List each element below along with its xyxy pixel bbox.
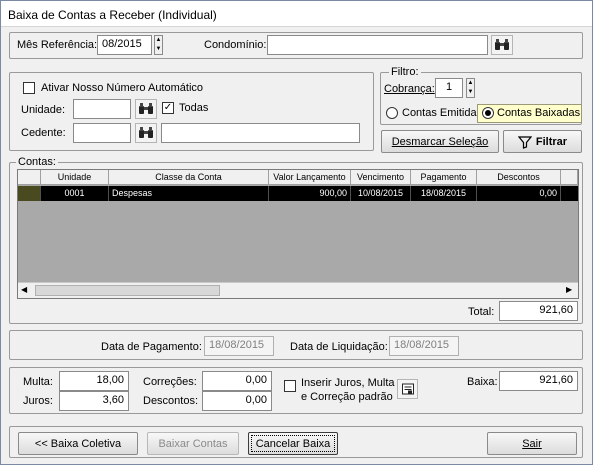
- correcoes-label: Correções:: [143, 376, 197, 388]
- scroll-right-icon[interactable]: ▶: [566, 285, 572, 294]
- column-header-unidade[interactable]: Unidade: [41, 170, 109, 185]
- data-pagamento-input[interactable]: 18/08/2015: [204, 336, 274, 356]
- title-bar: Baixa de Contas a Receber (Individual): [1, 1, 592, 27]
- condominio-label: Condomínio:: [204, 39, 267, 51]
- column-header-pagamento[interactable]: Pagamento: [411, 170, 477, 185]
- contas-emitidas-label: Contas Emitidas: [402, 107, 483, 119]
- desmarcar-selecao-button[interactable]: Desmarcar Seleção: [381, 130, 499, 153]
- contas-emitidas-radio[interactable]: [386, 107, 398, 119]
- multa-input[interactable]: 18,00: [59, 371, 129, 391]
- cancelar-baixa-label: Cancelar Baixa: [255, 437, 331, 450]
- total-value: 921,60: [499, 301, 578, 321]
- unidade-search-button[interactable]: [135, 99, 157, 119]
- column-header-vencimento[interactable]: Vencimento: [351, 170, 411, 185]
- configurar-padrao-button[interactable]: [397, 379, 418, 399]
- scroll-thumb[interactable]: [35, 285, 220, 296]
- settings-form-icon: [401, 383, 414, 395]
- inserir-padrao-checkbox[interactable]: [284, 380, 296, 392]
- filtrar-label: Filtrar: [535, 135, 568, 148]
- cedente-search-button[interactable]: [135, 123, 157, 143]
- cobranca-input[interactable]: 1: [435, 78, 463, 98]
- baixar-contas-button[interactable]: Baixar Contas: [147, 432, 239, 455]
- descontos-label: Descontos:: [143, 395, 199, 407]
- data-pagamento-label: Data de Pagamento:: [101, 341, 202, 353]
- inserir-label-line1: Inserir Juros, Multa: [301, 377, 395, 389]
- cell-unidade: 0001: [41, 186, 109, 201]
- row-indicator: [18, 186, 41, 201]
- cell-pagamento: 18/08/2015: [411, 186, 477, 201]
- todas-checkbox[interactable]: ✓: [162, 102, 174, 114]
- window-title: Baixa de Contas a Receber (Individual): [8, 8, 217, 22]
- filtro-title: Filtro:: [389, 66, 421, 78]
- cell-valor: 900,00: [269, 186, 351, 201]
- baixar-contas-label: Baixar Contas: [158, 437, 228, 450]
- scroll-left-icon[interactable]: ◀: [21, 285, 27, 294]
- spin-down-icon[interactable]: ▼: [155, 45, 162, 54]
- baixa-label: Baixa:: [467, 376, 498, 388]
- todas-label: Todas: [179, 102, 209, 114]
- data-liquidacao-input[interactable]: 18/08/2015: [389, 336, 459, 356]
- contas-baixadas-radio[interactable]: [482, 107, 494, 119]
- ativar-checkbox[interactable]: [23, 82, 35, 94]
- contas-grid[interactable]: Unidade Classe da Conta Valor Lançamento…: [17, 169, 579, 299]
- binoculars-icon: [495, 39, 509, 50]
- funnel-icon: [517, 135, 532, 149]
- cell-vencimento: 10/08/2015: [351, 186, 411, 201]
- cell-descontos: 0,00: [477, 186, 561, 201]
- sair-label: Sair: [522, 437, 542, 450]
- total-label: Total:: [468, 306, 495, 318]
- mes-referencia-input[interactable]: 08/2015: [97, 35, 152, 55]
- correcoes-input[interactable]: 0,00: [202, 371, 272, 391]
- mes-label: Mês Referência:: [17, 39, 98, 51]
- sair-button[interactable]: Sair: [487, 432, 577, 455]
- condominio-search-button[interactable]: [491, 35, 513, 55]
- cell-classe: Despesas: [109, 186, 269, 201]
- mes-spinner[interactable]: ▲ ▼: [154, 35, 163, 55]
- column-header-classe[interactable]: Classe da Conta: [109, 170, 269, 185]
- binoculars-icon: [139, 127, 153, 138]
- data-liquidacao-label: Data de Liquidação:: [290, 341, 388, 353]
- column-header-valor[interactable]: Valor Lançamento: [269, 170, 351, 185]
- ativar-label: Ativar Nosso Número Automático: [41, 82, 204, 94]
- filtrar-button[interactable]: Filtrar: [503, 130, 582, 153]
- multa-label: Multa:: [23, 376, 53, 388]
- contas-baixadas-label: Contas Baixadas: [497, 107, 581, 119]
- dialog-window: Baixa de Contas a Receber (Individual) M…: [0, 0, 593, 465]
- cedente-label: Cedente:: [21, 127, 66, 139]
- descontos-input[interactable]: 0,00: [202, 391, 272, 411]
- column-header-descontos[interactable]: Descontos: [477, 170, 561, 185]
- spin-down-icon[interactable]: ▼: [467, 88, 474, 97]
- horizontal-scrollbar[interactable]: ◀ ▶: [18, 282, 578, 298]
- grid-header-indicator: [18, 170, 41, 185]
- column-header-extra: [561, 170, 578, 185]
- contas-title: Contas:: [16, 156, 58, 168]
- spin-up-icon[interactable]: ▲: [467, 79, 474, 88]
- table-row[interactable]: 0001 Despesas 900,00 10/08/2015 18/08/20…: [18, 186, 578, 201]
- baixa-coletiva-label: << Baixa Coletiva: [34, 437, 122, 450]
- cedente-code-input[interactable]: [73, 123, 131, 143]
- unidade-input[interactable]: [73, 99, 131, 119]
- condominio-input[interactable]: [267, 35, 488, 55]
- cedente-name-input[interactable]: [161, 123, 360, 143]
- cobranca-spinner[interactable]: ▲ ▼: [466, 78, 475, 98]
- cobranca-label: Cobrança:: [384, 83, 435, 95]
- juros-input[interactable]: 3,60: [59, 391, 129, 411]
- unidade-label: Unidade:: [21, 104, 66, 116]
- baixa-coletiva-button[interactable]: << Baixa Coletiva: [18, 432, 138, 455]
- cancelar-baixa-button[interactable]: Cancelar Baixa: [248, 432, 338, 455]
- binoculars-icon: [139, 103, 153, 114]
- juros-label: Juros:: [23, 395, 53, 407]
- desmarcar-label: Desmarcar Seleção: [391, 135, 489, 148]
- inserir-label-line2: e Correção padrão: [301, 391, 393, 403]
- spin-up-icon[interactable]: ▲: [155, 36, 162, 45]
- baixa-input[interactable]: 921,60: [499, 371, 578, 391]
